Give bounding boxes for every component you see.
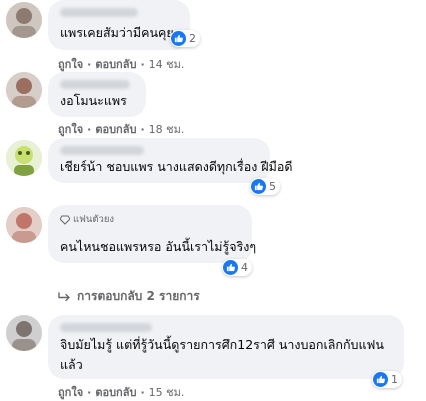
- like-link[interactable]: ถูกใจ: [58, 383, 83, 401]
- separator: ·: [87, 122, 92, 136]
- reaction-count: 4: [241, 261, 248, 274]
- separator: ·: [140, 385, 145, 399]
- avatar[interactable]: [6, 140, 42, 176]
- commenter-name[interactable]: [60, 146, 144, 155]
- comment-text: แพรเคยสัมว่ามีคนคุย: [60, 25, 174, 40]
- badge-label: แฟนตัวยง: [73, 214, 115, 225]
- separator: ·: [140, 122, 145, 136]
- like-link[interactable]: ถูกใจ: [58, 120, 83, 138]
- comment-bubble: เชียร์น้า ชอบแพร นางแสดงดีทุกเรื่อง ฝีมื…: [48, 138, 293, 183]
- reaction-summary[interactable]: 2: [170, 30, 200, 47]
- comment-bubble: แพรเคยสัมว่ามีคนคุย: [48, 0, 190, 50]
- avatar[interactable]: [6, 315, 42, 351]
- comment-actions: ถูกใจ · ตอบกลับ · 14 ชม.: [58, 55, 184, 73]
- commenter-name[interactable]: [60, 80, 130, 89]
- thumbs-up-icon: [373, 372, 388, 387]
- comment-text: งอโมนะแพร: [60, 93, 127, 108]
- commenter-name[interactable]: [60, 8, 138, 17]
- separator: ·: [140, 57, 145, 71]
- avatar[interactable]: [6, 2, 42, 38]
- reaction-count: 2: [189, 32, 196, 45]
- separator: ·: [87, 385, 92, 399]
- reply-link[interactable]: ตอบกลับ: [95, 383, 136, 401]
- comment-bubble: จิบมัยไมรู้ แต่ที่รู้วันนี้ดูรายการศึก12…: [48, 315, 404, 379]
- view-replies-label: การตอบกลับ 2 รายการ: [77, 289, 200, 303]
- diamond-icon: [60, 215, 70, 225]
- reaction-summary[interactable]: 5: [250, 178, 280, 195]
- thumbs-up-icon: [171, 31, 186, 46]
- like-link[interactable]: ถูกใจ: [58, 55, 83, 73]
- avatar[interactable]: [6, 72, 42, 108]
- comment-actions: ถูกใจ · ตอบกลับ · 15 ชม.: [58, 383, 184, 401]
- thumbs-up-icon: [251, 179, 266, 194]
- avatar[interactable]: [6, 207, 42, 243]
- reaction-count: 1: [391, 373, 398, 386]
- comment-text: เชียร์น้า ชอบแพร นางแสดงดีทุกเรื่อง ฝีมื…: [60, 159, 293, 174]
- top-fan-badge[interactable]: แฟนตัวยง: [60, 212, 114, 227]
- reply-link[interactable]: ตอบกลับ: [95, 120, 136, 138]
- reaction-count: 5: [269, 180, 276, 193]
- comment-bubble: งอโมนะแพร: [48, 72, 146, 117]
- reaction-summary[interactable]: 4: [222, 259, 252, 276]
- comment-text: คนไหนชอแพรหรอ อันนี้เราไม่รู้จริงๆ: [60, 239, 257, 254]
- separator: ·: [87, 57, 92, 71]
- timestamp[interactable]: 15 ชม.: [149, 383, 185, 401]
- comment-actions: ถูกใจ · ตอบกลับ · 18 ชม.: [58, 120, 184, 138]
- commenter-name[interactable]: [60, 323, 152, 332]
- reply-arrow-icon: [58, 291, 70, 301]
- comment-text: จิบมัยไมรู้ แต่ที่รู้วันนี้ดูรายการศึก12…: [60, 337, 384, 372]
- reaction-summary[interactable]: 1: [372, 371, 402, 388]
- reply-link[interactable]: ตอบกลับ: [95, 55, 136, 73]
- timestamp[interactable]: 14 ชม.: [149, 55, 185, 73]
- timestamp[interactable]: 18 ชม.: [149, 120, 185, 138]
- comment-bubble: แฟนตัวยง คนไหนชอแพรหรอ อันนี้เราไม่รู้จร…: [48, 205, 256, 263]
- thumbs-up-icon: [223, 260, 238, 275]
- view-replies-button[interactable]: การตอบกลับ 2 รายการ: [58, 287, 200, 306]
